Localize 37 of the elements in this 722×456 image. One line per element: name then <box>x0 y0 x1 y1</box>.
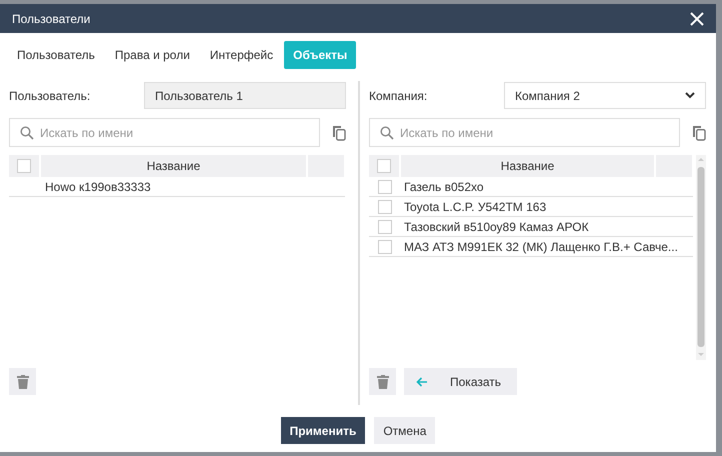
search-icon <box>380 126 394 140</box>
select-all-checkbox[interactable] <box>17 159 31 173</box>
company-dropdown[interactable]: Компания 2 <box>504 82 706 109</box>
table-cell: Тазовский в510оу89 Камаз АРОК <box>400 216 693 236</box>
field-label: Компания: <box>369 88 428 102</box>
field-label: Пользователь: <box>9 88 92 102</box>
column-header: Название <box>400 155 655 177</box>
delete-button[interactable] <box>369 368 396 395</box>
close-icon <box>690 12 704 26</box>
apply-button[interactable]: Применить <box>280 417 366 444</box>
trash-icon <box>376 374 388 388</box>
select-all-checkbox[interactable] <box>377 159 391 173</box>
table-cell: Howo к199ов33333 <box>9 177 345 196</box>
close-button[interactable] <box>690 12 704 26</box>
table-cell: Газель в052хо <box>400 177 693 196</box>
show-button[interactable]: Показать <box>404 368 517 395</box>
table-cell: МАЗ АТЗ М991ЕК 32 (МК) Лащенко Г.В.+ Савче... <box>400 236 693 256</box>
table-cell: Toyota L.C.P. У542ТМ 163 <box>400 196 693 216</box>
search-icon <box>20 126 34 140</box>
row-checkbox[interactable] <box>378 200 392 214</box>
arrow-left-icon <box>416 376 428 386</box>
row-checkbox[interactable] <box>378 220 392 234</box>
copy-icon[interactable] <box>692 124 706 140</box>
delete-button[interactable] <box>9 368 36 395</box>
chevron-down-icon <box>685 92 695 99</box>
tab[interactable]: Права и роли <box>106 41 199 69</box>
cancel-button[interactable]: Отмена <box>374 417 436 444</box>
copy-icon[interactable] <box>332 124 346 140</box>
column-header: Название <box>40 155 307 177</box>
tab[interactable]: Интерфейс <box>200 41 282 69</box>
scrollbar[interactable] <box>696 155 706 360</box>
window-title: Пользователи <box>12 12 90 26</box>
user-field: Пользователь 1 <box>144 82 346 109</box>
trash-icon <box>16 374 28 388</box>
row-checkbox[interactable] <box>378 180 392 194</box>
tab[interactable]: Пользователь <box>8 41 104 69</box>
row-checkbox[interactable] <box>378 240 392 254</box>
